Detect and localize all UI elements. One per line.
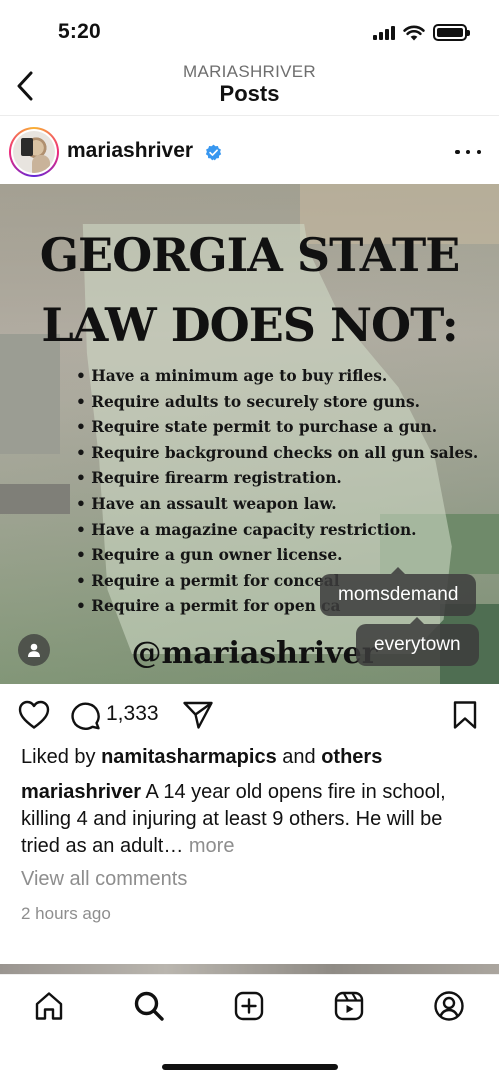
caption-more-link[interactable]: more: [183, 835, 235, 857]
create-icon: [234, 991, 264, 1021]
person-icon: [28, 643, 40, 657]
liked-by-line: Liked by namitasharmapics and others: [21, 746, 382, 769]
liked-by-others-link[interactable]: others: [321, 746, 382, 768]
page-title: Posts: [219, 81, 280, 106]
reels-icon: [334, 991, 364, 1021]
list-item: Require adults to securely store guns.: [76, 390, 478, 416]
bottom-tab-bar: [0, 974, 499, 1038]
caption-username[interactable]: mariashriver: [21, 781, 141, 803]
profile-icon: [434, 991, 464, 1021]
post-action-bar: 1,333: [0, 696, 499, 736]
post-timestamp: 2 hours ago: [21, 904, 111, 923]
post-caption: mariashriver A 14 year old opens fire in…: [21, 779, 461, 860]
search-icon: [134, 991, 164, 1021]
cellular-signal-icon: [373, 25, 395, 40]
header-account-name: MARIASHRIVER: [182, 62, 316, 81]
nav-header: MARIASHRIVER Posts: [0, 58, 499, 116]
status-icons: [373, 24, 470, 41]
user-tag-everytown[interactable]: everytown: [356, 617, 479, 666]
image-title-line2: LAW DOES NOT:: [41, 298, 458, 352]
wifi-icon: [403, 25, 425, 40]
header-titles: MARIASHRIVER Posts: [0, 62, 499, 107]
list-item: Require background checks on all gun sal…: [76, 441, 478, 467]
image-title-line1: GEORGIA STATE: [39, 228, 461, 282]
user-tag-momsdemand[interactable]: momsdemand: [320, 567, 477, 616]
list-item: Require firearm registration.: [76, 466, 478, 492]
verified-badge-icon: [205, 144, 222, 161]
tagged-users-button[interactable]: [18, 634, 50, 666]
tab-reels[interactable]: [332, 989, 366, 1023]
bookmark-icon[interactable]: [452, 700, 478, 730]
heart-icon[interactable]: [18, 700, 50, 730]
liked-by-user-link[interactable]: namitasharmapics: [101, 746, 277, 768]
status-bar: 5:20: [0, 0, 499, 58]
post-username[interactable]: mariashriver: [67, 139, 193, 163]
list-item: Require state permit to purchase a gun.: [76, 415, 478, 441]
paper-plane-icon[interactable]: [182, 700, 214, 730]
liked-by-prefix: Liked by: [21, 746, 102, 768]
view-all-comments-link[interactable]: View all comments: [21, 868, 187, 891]
home-indicator[interactable]: [162, 1064, 338, 1070]
aerial-photo-detail: [0, 334, 60, 454]
battery-icon: [433, 24, 470, 41]
post-header: mariashriver: [0, 124, 499, 180]
list-item: Have a minimum age to buy rifles.: [76, 364, 478, 390]
comment-count: 1,333: [106, 702, 159, 725]
list-item: Have an assault weapon law.: [76, 492, 478, 518]
next-post-preview: [0, 964, 499, 974]
more-options-button[interactable]: [455, 142, 481, 162]
liked-by-conjunction: and: [276, 746, 322, 768]
avatar-image: [13, 131, 55, 173]
tab-profile[interactable]: [432, 989, 466, 1023]
home-icon: [35, 992, 63, 1020]
avatar[interactable]: [9, 127, 59, 177]
status-time: 5:20: [58, 20, 101, 43]
list-item: Have a magazine capacity restriction.: [76, 518, 478, 544]
tab-home[interactable]: [32, 989, 66, 1023]
post-image[interactable]: GEORGIA STATE LAW DOES NOT: Have a minim…: [0, 184, 499, 684]
tab-search[interactable]: [132, 989, 166, 1023]
list-item: Require a gun owner license.: [76, 543, 478, 569]
comment-bubble-icon[interactable]: [69, 700, 101, 730]
tab-create[interactable]: [232, 989, 266, 1023]
